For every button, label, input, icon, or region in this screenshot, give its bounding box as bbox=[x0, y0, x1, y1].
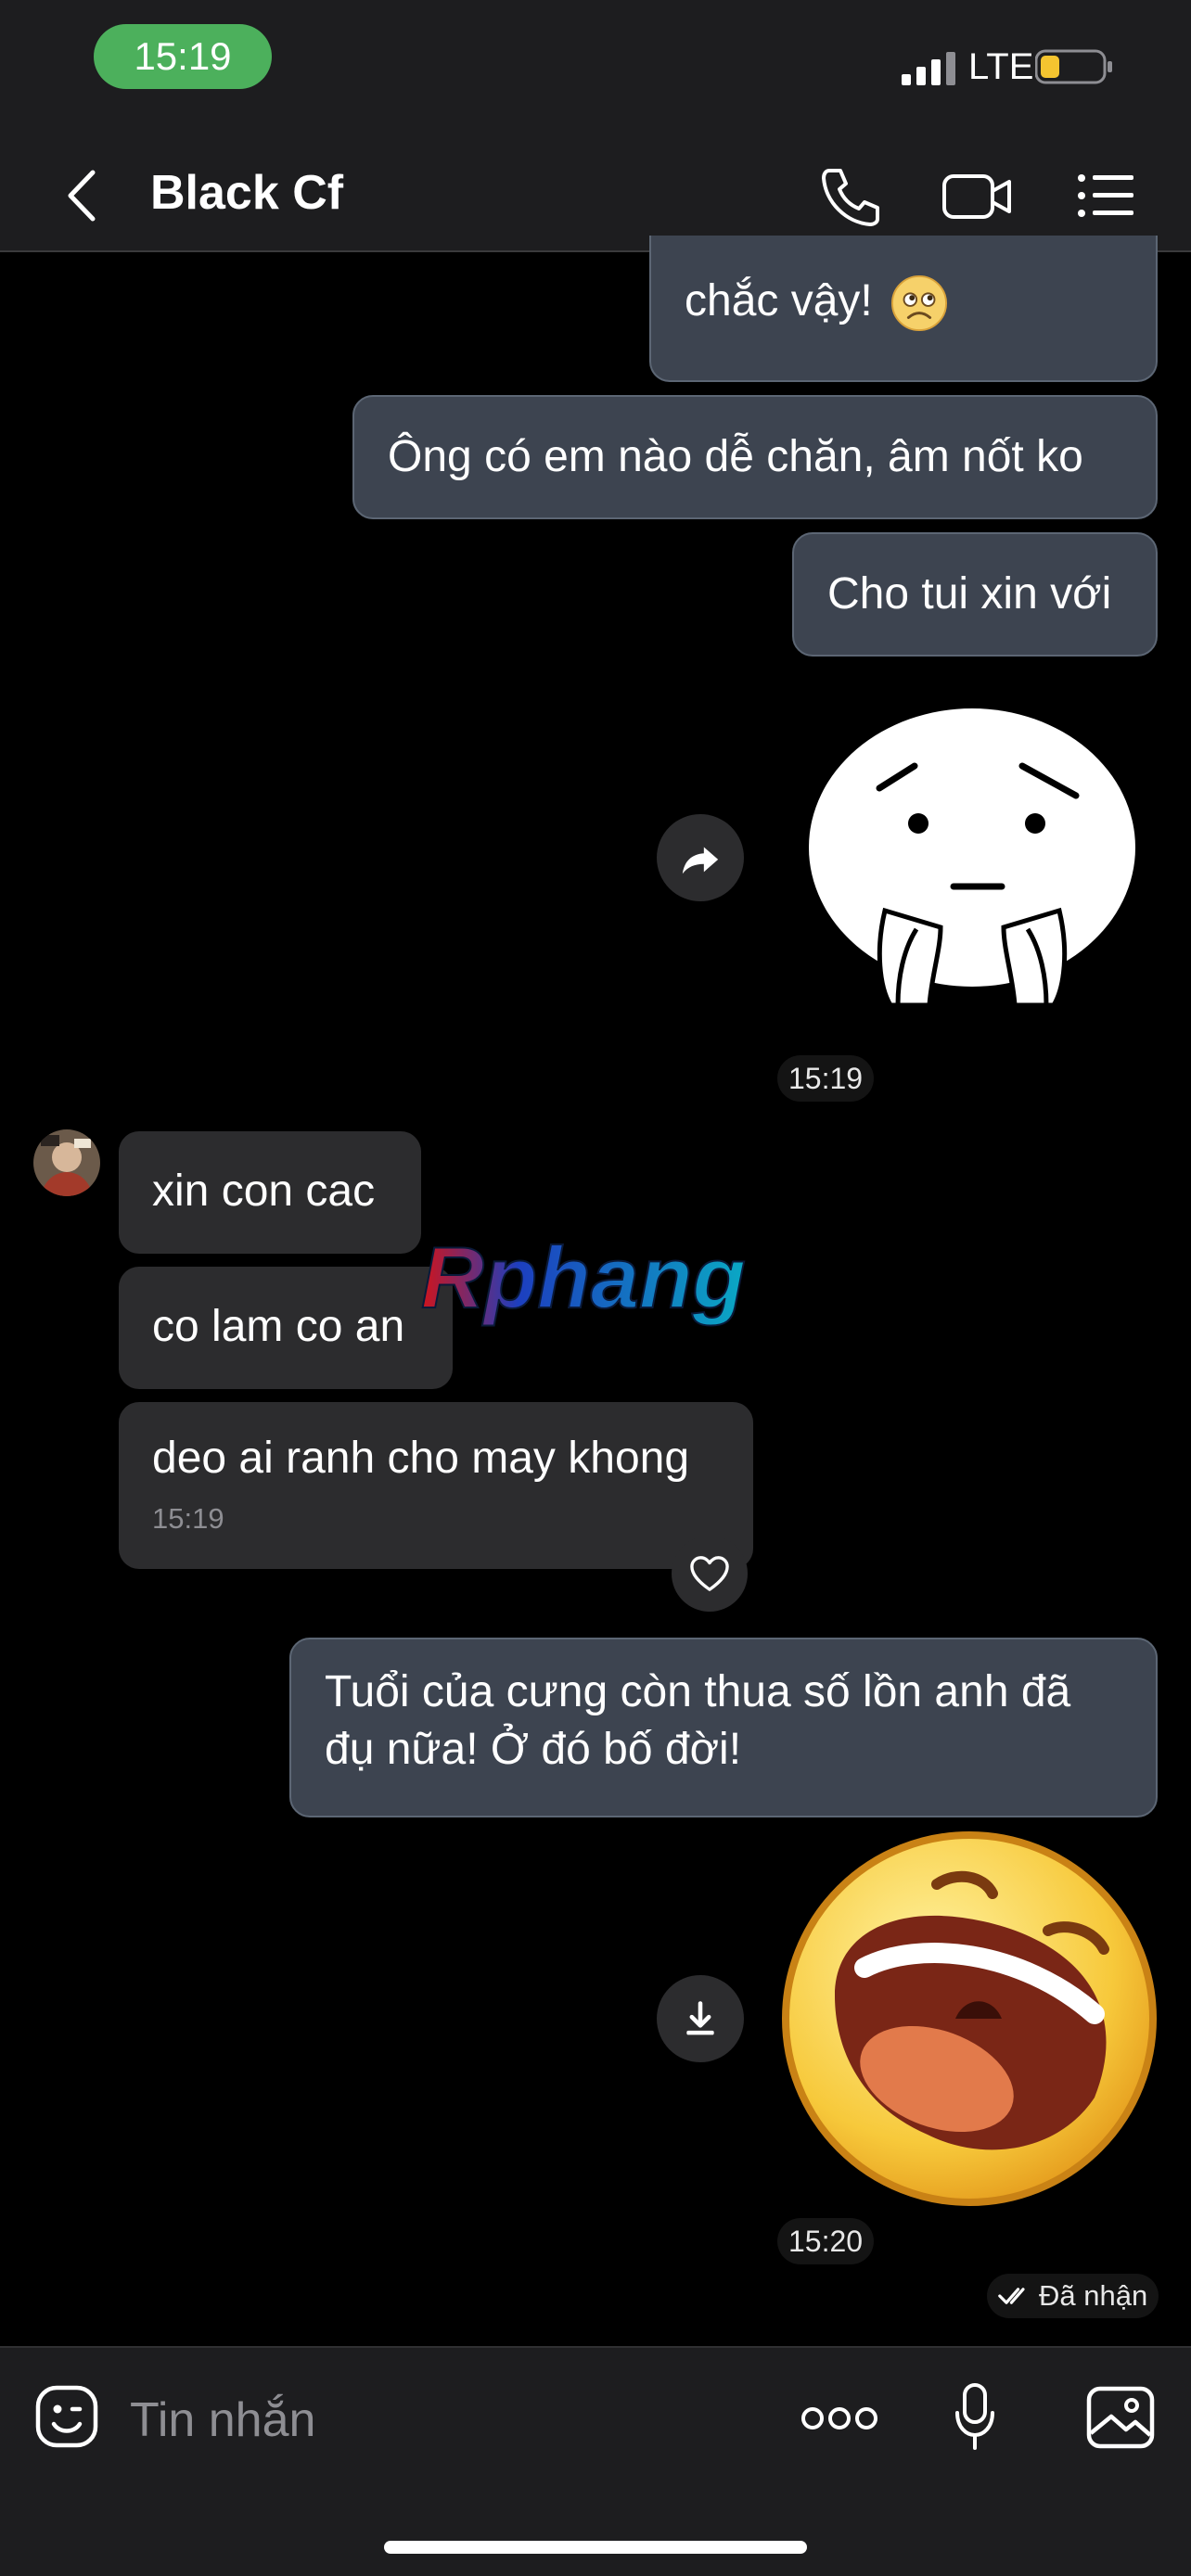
status-time: 15:19 bbox=[94, 24, 272, 89]
avatar[interactable] bbox=[33, 1129, 100, 1196]
download-icon bbox=[686, 2001, 714, 2035]
message-text: Cho tui xin với bbox=[827, 569, 1112, 618]
message-input[interactable] bbox=[130, 2385, 686, 2455]
status-bar: 15:19 LTE bbox=[0, 0, 1191, 139]
message-bubble-outgoing[interactable]: Cho tui xin với bbox=[792, 532, 1158, 657]
back-icon[interactable] bbox=[54, 165, 109, 226]
message-text: chắc vậy! bbox=[685, 276, 873, 325]
message-bubble-incoming[interactable]: co lam co an bbox=[119, 1267, 453, 1389]
video-camera-icon[interactable] bbox=[941, 163, 1015, 228]
home-indicator[interactable] bbox=[384, 2541, 807, 2554]
message-text: xin con cac bbox=[152, 1167, 376, 1216]
react-heart-button[interactable] bbox=[672, 1536, 748, 1612]
message-text: Ông có em nào dễ chăn, âm nốt ko bbox=[388, 432, 1083, 481]
forward-button[interactable] bbox=[657, 814, 744, 901]
image-icon[interactable] bbox=[1085, 2385, 1156, 2450]
download-button[interactable] bbox=[657, 1975, 744, 2062]
emoji-icon[interactable] bbox=[33, 2383, 100, 2450]
message-time: 15:19 bbox=[777, 1055, 875, 1102]
message-text: co lam co an bbox=[152, 1302, 405, 1351]
svg-text:Rphang: Rphang bbox=[421, 1233, 746, 1326]
double-check-icon bbox=[998, 2288, 1025, 2304]
battery-icon bbox=[1035, 49, 1112, 84]
message-text: Tuổi của cưng còn thua số lồn anh đã đụ … bbox=[325, 1667, 1071, 1774]
message-time: 15:19 bbox=[152, 1502, 224, 1535]
chat-title[interactable]: Black Cf bbox=[150, 165, 343, 221]
heart-icon bbox=[690, 1556, 729, 1591]
microphone-icon[interactable] bbox=[954, 2381, 996, 2452]
message-text: deo ai ranh cho may khong bbox=[152, 1434, 690, 1483]
phone-icon[interactable] bbox=[816, 163, 885, 228]
delivery-status: Đã nhận bbox=[987, 2274, 1159, 2318]
message-bubble-outgoing[interactable]: Ông có em nào dễ chăn, âm nốt ko bbox=[352, 395, 1158, 519]
watermark-logo: Rphang bbox=[420, 1233, 747, 1327]
signal-icon bbox=[902, 52, 955, 85]
more-options-icon[interactable] bbox=[801, 2400, 877, 2437]
message-bubble-outgoing[interactable]: chắc vậy! bbox=[649, 236, 1158, 382]
sad-face-emoji-icon bbox=[891, 275, 948, 332]
network-type: LTE bbox=[968, 46, 1034, 87]
delivery-status-text: Đã nhận bbox=[1039, 2279, 1148, 2312]
list-menu-icon[interactable] bbox=[1076, 163, 1137, 228]
message-bubble-outgoing[interactable]: Tuổi của cưng còn thua số lồn anh đã đụ … bbox=[289, 1638, 1158, 1817]
forward-icon bbox=[682, 847, 719, 874]
laughing-face-sticker[interactable] bbox=[779, 1829, 1159, 2209]
message-bubble-incoming[interactable]: xin con cac bbox=[119, 1131, 421, 1254]
message-time: 15:20 bbox=[777, 2218, 875, 2264]
avatar-image bbox=[33, 1129, 100, 1196]
worried-face-sticker[interactable] bbox=[801, 699, 1135, 1014]
message-bubble-incoming[interactable]: deo ai ranh cho may khong 15:19 bbox=[119, 1402, 753, 1569]
